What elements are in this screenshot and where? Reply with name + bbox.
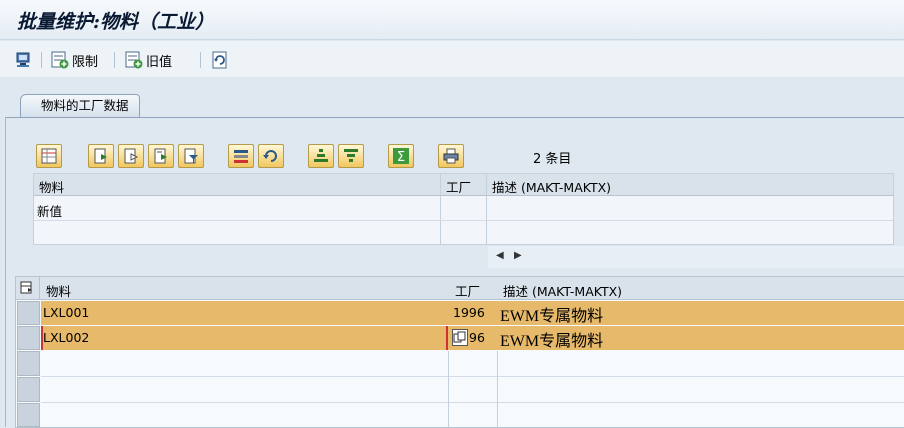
row-selector[interactable] [17, 351, 40, 376]
entry-count: 2 条目 [533, 152, 572, 167]
copy-button[interactable] [452, 329, 468, 346]
system-icon [14, 51, 32, 69]
plant-cell[interactable]: 96 [469, 330, 485, 345]
material-cell-focus[interactable]: LXL002 [41, 326, 448, 350]
sort-descending-button[interactable] [338, 144, 364, 168]
refresh-button[interactable] [211, 49, 229, 71]
row-selector[interactable] [17, 377, 40, 402]
system-button[interactable] [14, 49, 32, 71]
header-description[interactable]: 描述 (MAKT-MAKTX) [492, 177, 611, 196]
grid-menu-icon [16, 281, 38, 302]
filter-button[interactable] [178, 144, 204, 168]
select-all-button[interactable] [88, 144, 114, 168]
header-material[interactable]: 物料 [46, 281, 71, 300]
row-selector[interactable] [17, 403, 40, 427]
row-selector[interactable] [17, 301, 40, 325]
data-grid: 物料 工厂 描述 (MAKT-MAKTX) LXL001 1996 EWM专属物… [15, 276, 904, 428]
description-cell[interactable]: EWM专属物料 [500, 327, 603, 351]
refresh-icon [211, 51, 229, 69]
header-description[interactable]: 描述 (MAKT-MAKTX) [503, 281, 622, 300]
scroll-right-icon[interactable]: ▶ [514, 250, 522, 261]
old-value-label: 旧值 [146, 54, 173, 70]
table-row[interactable]: LXL001 1996 EWM专属物料 [41, 301, 904, 325]
data-grid-header: 物料 工厂 描述 (MAKT-MAKTX) [16, 277, 904, 300]
select-all-rows-button[interactable] [16, 277, 40, 299]
limit-label: 限制 [72, 54, 99, 70]
tab-strip: 物料的工厂数据 [0, 90, 904, 118]
row-selector[interactable] [17, 326, 40, 350]
material-cell[interactable]: LXL002 [43, 330, 89, 345]
add-old-value-icon [125, 51, 143, 69]
header-plant[interactable]: 工厂 [455, 281, 480, 300]
copy-icon [453, 331, 467, 348]
limit-button[interactable]: 限制 [51, 49, 98, 71]
plant-cell[interactable]: 1996 [453, 305, 485, 320]
print-button[interactable] [438, 144, 464, 168]
undo-button[interactable] [258, 144, 284, 168]
material-cell[interactable]: LXL001 [43, 305, 89, 320]
multi-select-button[interactable] [228, 144, 254, 168]
header-material[interactable]: 物料 [39, 177, 64, 196]
deselect-all-button[interactable] [118, 144, 144, 168]
tab-plant-data[interactable]: 物料的工厂数据 [20, 94, 140, 118]
scroll-left-icon[interactable]: ◀ [496, 250, 504, 261]
sort-ascending-button[interactable] [308, 144, 334, 168]
new-value-row-label: 新值 [37, 204, 63, 219]
add-limit-icon [51, 51, 69, 69]
new-values-header: 物料 工厂 描述 (MAKT-MAKTX) [34, 174, 893, 196]
edit-button[interactable] [148, 144, 174, 168]
title-bar: 批量维护:物料（工业） [0, 0, 904, 40]
application-toolbar: 限制 旧值 [0, 41, 904, 77]
sum-button[interactable]: Σ [388, 144, 414, 168]
new-values-grid: 物料 工厂 描述 (MAKT-MAKTX) 新值 [33, 173, 894, 245]
table-row[interactable]: LXL002 96 EWM专属物料 [41, 326, 904, 350]
page-title: 批量维护:物料（工业） [17, 11, 215, 33]
old-value-button[interactable]: 旧值 [125, 49, 172, 71]
svg-text:Σ: Σ [397, 150, 405, 164]
header-plant[interactable]: 工厂 [446, 177, 471, 196]
details-button[interactable] [36, 144, 62, 168]
description-cell[interactable]: EWM专属物料 [500, 302, 603, 326]
tab-content-panel: Σ 2 条目 物料 工厂 描述 (MAKT-MAKTX) 新值 ◀ ▶ 物料 工… [5, 117, 904, 428]
horizontal-scrollbar[interactable]: ◀ ▶ [488, 246, 904, 268]
